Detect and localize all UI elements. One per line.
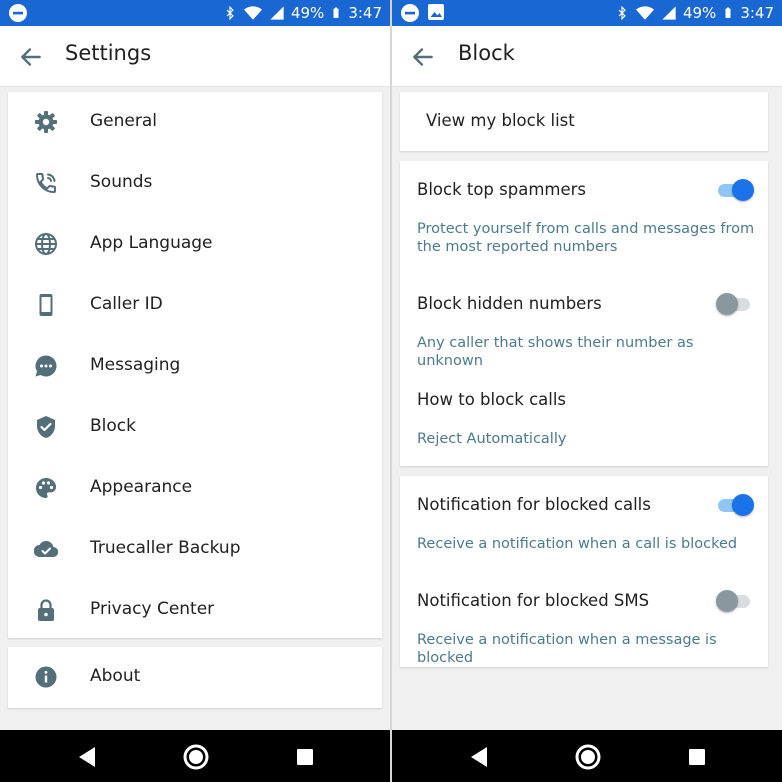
option-title: Block top spammers (417, 180, 587, 199)
option-title: How to block calls (417, 390, 567, 409)
nav-home-icon[interactable] (181, 742, 211, 772)
shield-check-icon (34, 415, 58, 439)
lock-icon (34, 598, 58, 622)
palette-icon (34, 476, 58, 500)
settings-item-label: About (90, 666, 141, 686)
smartphone-icon (34, 293, 58, 317)
settings-item-sounds[interactable]: Sounds (8, 153, 382, 214)
view-block-list-link[interactable]: View my block list (426, 111, 575, 130)
settings-item-general[interactable]: General (8, 92, 382, 153)
battery-icon (330, 4, 342, 22)
view-block-list-card[interactable]: View my block list (400, 92, 768, 151)
settings-item-label: Sounds (90, 172, 153, 192)
image-notification-icon (427, 3, 445, 25)
settings-item-label: App Language (90, 233, 213, 253)
settings-item-label: Block (90, 416, 136, 436)
chat-bubble-icon (34, 354, 58, 378)
signal-icon (269, 5, 285, 21)
globe-icon (34, 232, 58, 256)
option-subtitle: Protect yourself from calls and messages… (417, 221, 755, 255)
settings-item-block[interactable]: Block (8, 397, 382, 458)
about-card: About (8, 647, 382, 708)
back-arrow-icon[interactable] (410, 44, 436, 70)
settings-item-label: Privacy Center (90, 599, 215, 619)
page-title: Block (458, 41, 515, 65)
settings-item-truecaller-backup[interactable]: Truecaller Backup (8, 519, 382, 580)
bluetooth-icon (223, 4, 237, 22)
settings-list: General Sounds App Language Caller ID Me… (8, 92, 382, 638)
settings-item-label: Truecaller Backup (90, 538, 241, 558)
nav-back-icon[interactable] (72, 742, 102, 772)
signal-icon (661, 5, 677, 21)
option-title: Notification for blocked SMS (417, 591, 650, 610)
status-bar: 49% 3:47 (0, 0, 390, 26)
settings-screen: 49% 3:47 Settings General Sounds App Lan… (0, 0, 390, 782)
settings-item-appearance[interactable]: Appearance (8, 458, 382, 519)
status-bar: 49% 3:47 (392, 0, 782, 26)
block-screen: 49% 3:47 Block View my block list Block … (392, 0, 782, 782)
bluetooth-icon (615, 4, 629, 22)
nav-back-icon[interactable] (464, 742, 494, 772)
notification-blocked-calls-toggle[interactable] (716, 492, 754, 518)
settings-item-app-language[interactable]: App Language (8, 214, 382, 275)
status-indicators: 49% 3:47 (615, 0, 774, 26)
clock: 3:47 (348, 4, 382, 22)
dnd-icon (8, 3, 28, 27)
option-subtitle: Receive a notification when a message is… (417, 632, 717, 666)
settings-item-label: General (90, 111, 157, 131)
dnd-icon (400, 3, 420, 27)
notification-blocked-sms-toggle[interactable] (716, 588, 754, 614)
settings-item-label: Messaging (90, 355, 181, 375)
option-title: Block hidden numbers (417, 294, 602, 313)
wifi-icon (243, 4, 263, 22)
block-options-card: Block top spammers Protect yourself from… (400, 161, 768, 466)
nav-bar (0, 730, 390, 782)
settings-item-label: Caller ID (90, 294, 163, 314)
block-app-bar: Block (392, 26, 782, 87)
nav-home-icon[interactable] (573, 742, 603, 772)
back-arrow-icon[interactable] (18, 44, 44, 70)
option-subtitle: Reject Automatically (417, 431, 567, 447)
settings-item-privacy-center[interactable]: Privacy Center (8, 580, 382, 641)
page-title: Settings (65, 41, 152, 65)
gear-icon (34, 110, 58, 134)
option-title: Notification for blocked calls (417, 495, 651, 514)
battery-percent: 49% (290, 4, 325, 22)
nav-recents-icon[interactable] (682, 742, 712, 772)
settings-item-caller-id[interactable]: Caller ID (8, 275, 382, 336)
settings-app-bar: Settings (0, 26, 390, 87)
nav-recents-icon[interactable] (290, 742, 320, 772)
block-top-spammers-toggle[interactable] (716, 177, 754, 203)
screenshot-stage: 49% 3:47 Settings General Sounds App Lan… (0, 0, 782, 782)
phone-ring-icon (34, 171, 58, 195)
block-hidden-numbers-toggle[interactable] (716, 291, 754, 317)
cloud-check-icon (33, 537, 59, 561)
battery-icon (722, 4, 734, 22)
settings-item-messaging[interactable]: Messaging (8, 336, 382, 397)
option-subtitle: Any caller that shows their number as un… (417, 335, 694, 369)
wifi-icon (635, 4, 655, 22)
notification-options-card: Notification for blocked calls Receive a… (400, 476, 768, 667)
settings-item-label: Appearance (90, 477, 193, 497)
battery-percent: 49% (682, 4, 717, 22)
option-subtitle: Receive a notification when a call is bl… (417, 536, 738, 552)
clock: 3:47 (740, 4, 774, 22)
status-indicators: 49% 3:47 (223, 0, 382, 26)
info-icon (34, 665, 58, 689)
settings-item-about[interactable]: About (8, 647, 382, 708)
nav-bar (392, 730, 782, 782)
